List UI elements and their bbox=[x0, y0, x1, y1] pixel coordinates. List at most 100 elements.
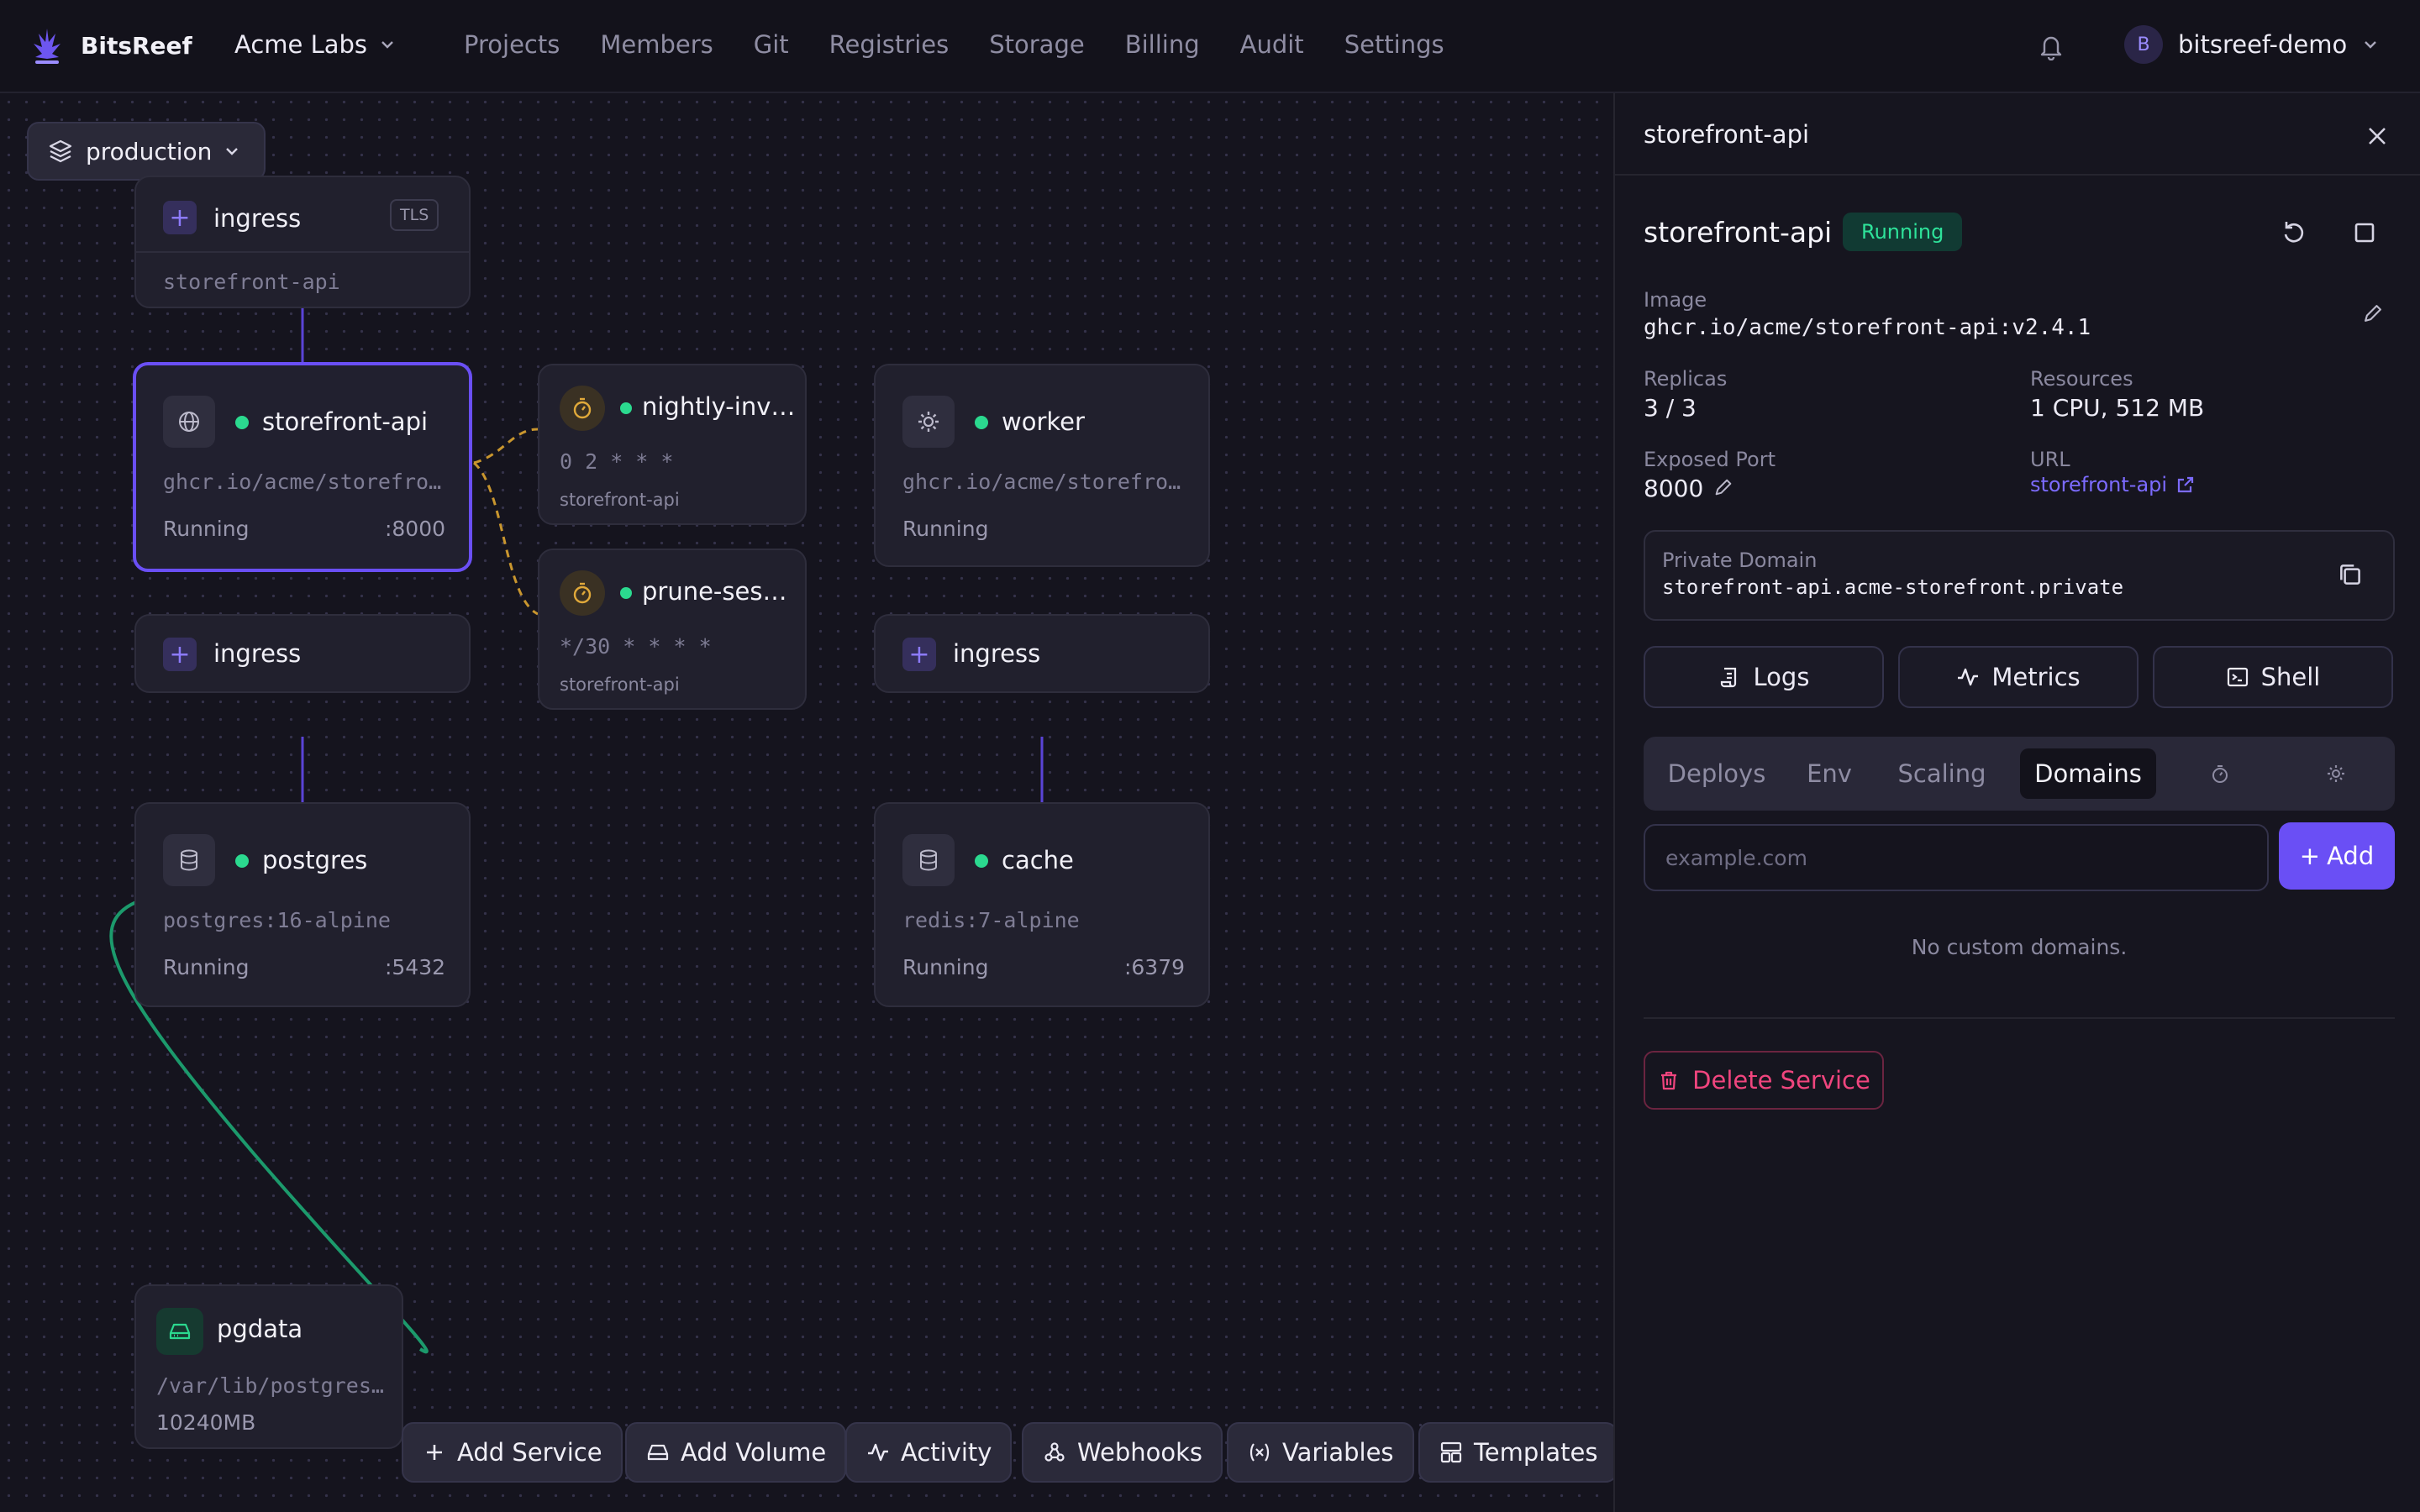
service-image: ghcr.io/acme/storefro… bbox=[163, 470, 442, 494]
delete-service-button[interactable]: Delete Service bbox=[1644, 1051, 1884, 1110]
replicas-label: Replicas bbox=[1644, 367, 1728, 391]
templates-button[interactable]: Templates bbox=[1418, 1422, 1613, 1483]
service-node-cache[interactable]: cache redis:7-alpine Running :6379 bbox=[874, 802, 1210, 1007]
cron-target: storefront-api bbox=[560, 675, 680, 695]
environment-name: production bbox=[86, 137, 213, 165]
port-value: 8000 bbox=[1644, 475, 1704, 502]
variables-button[interactable]: Variables bbox=[1227, 1422, 1414, 1483]
pencil-icon[interactable] bbox=[1711, 475, 1736, 500]
cron-node-nightly[interactable]: nightly-inv… 0 2 * * * storefront-api bbox=[538, 364, 807, 525]
service-status: Running bbox=[163, 517, 250, 541]
top-nav: BitsReef Acme Labs Projects Members Git … bbox=[0, 0, 2420, 93]
add-service-button[interactable]: Add Service bbox=[402, 1422, 623, 1483]
templates-label: Templates bbox=[1474, 1438, 1598, 1467]
service-icon bbox=[902, 396, 955, 448]
bitsreef-logo-icon[interactable] bbox=[30, 25, 64, 69]
nav-projects[interactable]: Projects bbox=[464, 30, 560, 59]
ingress-label: ingress bbox=[213, 204, 302, 233]
status-dot bbox=[235, 854, 249, 868]
nav-settings[interactable]: Settings bbox=[1344, 30, 1444, 59]
add-service-label: Add Service bbox=[457, 1438, 602, 1467]
metrics-button[interactable]: Metrics bbox=[1898, 646, 2139, 708]
plus-icon: + bbox=[902, 638, 936, 671]
hard-drive-icon bbox=[169, 1323, 191, 1340]
webhook-icon bbox=[1044, 1442, 1065, 1462]
nav-billing[interactable]: Billing bbox=[1125, 30, 1200, 59]
plus-icon: + bbox=[2299, 842, 2321, 870]
layers-icon bbox=[49, 139, 72, 163]
restart-icon[interactable] bbox=[2279, 218, 2309, 248]
chevron-down-icon bbox=[2365, 41, 2377, 49]
nav-git[interactable]: Git bbox=[754, 30, 789, 59]
panel-header-title: storefront-api bbox=[1644, 120, 1810, 149]
external-link-icon bbox=[2177, 476, 2194, 493]
volume-node-pgdata[interactable]: pgdata /var/lib/postgres… 10240MB bbox=[134, 1284, 403, 1449]
service-detail-panel: storefront-api storefront-api Running Im… bbox=[1613, 93, 2420, 1512]
tab-env[interactable]: Env bbox=[1783, 748, 1876, 799]
activity-icon bbox=[1958, 668, 1979, 686]
nav-audit[interactable]: Audit bbox=[1240, 30, 1304, 59]
service-icon bbox=[902, 834, 955, 886]
nav-registries[interactable]: Registries bbox=[829, 30, 950, 59]
tab-domains[interactable]: Domains bbox=[2020, 748, 2156, 799]
service-node-storefront-api[interactable]: storefront-api ghcr.io/acme/storefro… Ru… bbox=[133, 362, 472, 572]
stop-icon[interactable] bbox=[2349, 218, 2380, 248]
tab-cron[interactable] bbox=[2178, 748, 2262, 799]
custom-domain-input[interactable] bbox=[1644, 824, 2269, 891]
resources-value: 1 CPU, 512 MB bbox=[2030, 394, 2205, 422]
service-node-postgres[interactable]: postgres postgres:16-alpine Running :543… bbox=[134, 802, 471, 1007]
trash-icon bbox=[1661, 1071, 1677, 1090]
tab-scaling[interactable]: Scaling bbox=[1879, 748, 2005, 799]
main-nav: Projects Members Git Registries Storage … bbox=[464, 30, 1485, 59]
empty-domains-message: No custom domains. bbox=[1911, 935, 2128, 959]
org-name: Acme Labs bbox=[234, 30, 368, 59]
tab-settings[interactable] bbox=[2294, 748, 2378, 799]
ingress-node-add[interactable]: + ingress bbox=[874, 614, 1210, 693]
webhooks-button[interactable]: Webhooks bbox=[1022, 1422, 1223, 1483]
close-icon[interactable] bbox=[2365, 123, 2390, 149]
project-canvas[interactable]: production + ingress TLS storefront-api … bbox=[0, 93, 1613, 1512]
cron-name: prune-ses… bbox=[642, 577, 787, 606]
copy-icon[interactable] bbox=[2336, 560, 2365, 589]
environment-switcher[interactable]: production bbox=[27, 122, 266, 181]
add-volume-button[interactable]: Add Volume bbox=[625, 1422, 847, 1483]
activity-button[interactable]: Activity bbox=[845, 1422, 1013, 1483]
add-domain-button[interactable]: + Add bbox=[2279, 822, 2395, 890]
logs-button[interactable]: Logs bbox=[1644, 646, 1884, 708]
plus-icon bbox=[427, 1445, 442, 1460]
service-status: Running bbox=[902, 517, 989, 541]
image-value: ghcr.io/acme/storefront-api:v2.4.1 bbox=[1644, 315, 2091, 340]
service-status: Running bbox=[163, 955, 250, 979]
ingress-label: ingress bbox=[953, 639, 1041, 668]
cron-schedule: */30 * * * * bbox=[560, 634, 712, 659]
service-name: worker bbox=[1002, 407, 1085, 436]
database-icon bbox=[920, 849, 937, 871]
service-title: storefront-api bbox=[1644, 216, 1833, 249]
url-link[interactable]: storefront-api bbox=[2030, 473, 2196, 496]
terminal-icon bbox=[2227, 667, 2248, 687]
status-dot bbox=[975, 854, 988, 868]
private-domain-box: Private Domain storefront-api.acme-store… bbox=[1644, 530, 2395, 621]
bell-icon[interactable] bbox=[2038, 32, 2065, 60]
nav-storage[interactable]: Storage bbox=[989, 30, 1084, 59]
service-status: Running bbox=[902, 955, 989, 979]
shell-button[interactable]: Shell bbox=[2153, 646, 2393, 708]
divider bbox=[1644, 1017, 2395, 1019]
pencil-icon[interactable] bbox=[2360, 300, 2386, 327]
cron-node-prune[interactable]: prune-ses… */30 * * * * storefront-api bbox=[538, 549, 807, 710]
ingress-node-add[interactable]: + ingress bbox=[134, 614, 471, 693]
service-port: :5432 bbox=[384, 955, 445, 979]
ingress-node-tls[interactable]: + ingress TLS storefront-api bbox=[134, 176, 471, 308]
nav-members[interactable]: Members bbox=[600, 30, 713, 59]
logs-label: Logs bbox=[1753, 663, 1810, 691]
image-label: Image bbox=[1644, 288, 1707, 312]
user-menu[interactable]: B bitsreef-demo bbox=[2124, 25, 2379, 64]
service-node-worker[interactable]: worker ghcr.io/acme/storefro… Running bbox=[874, 364, 1210, 567]
volume-icon bbox=[156, 1308, 203, 1355]
org-switcher[interactable]: Acme Labs bbox=[234, 30, 396, 59]
tab-deploys[interactable]: Deploys bbox=[1654, 748, 1780, 799]
brand-name[interactable]: BitsReef bbox=[81, 32, 192, 60]
shell-label: Shell bbox=[2260, 663, 2321, 691]
status-badge: Running bbox=[1843, 213, 1963, 251]
plus-icon: + bbox=[163, 201, 197, 234]
